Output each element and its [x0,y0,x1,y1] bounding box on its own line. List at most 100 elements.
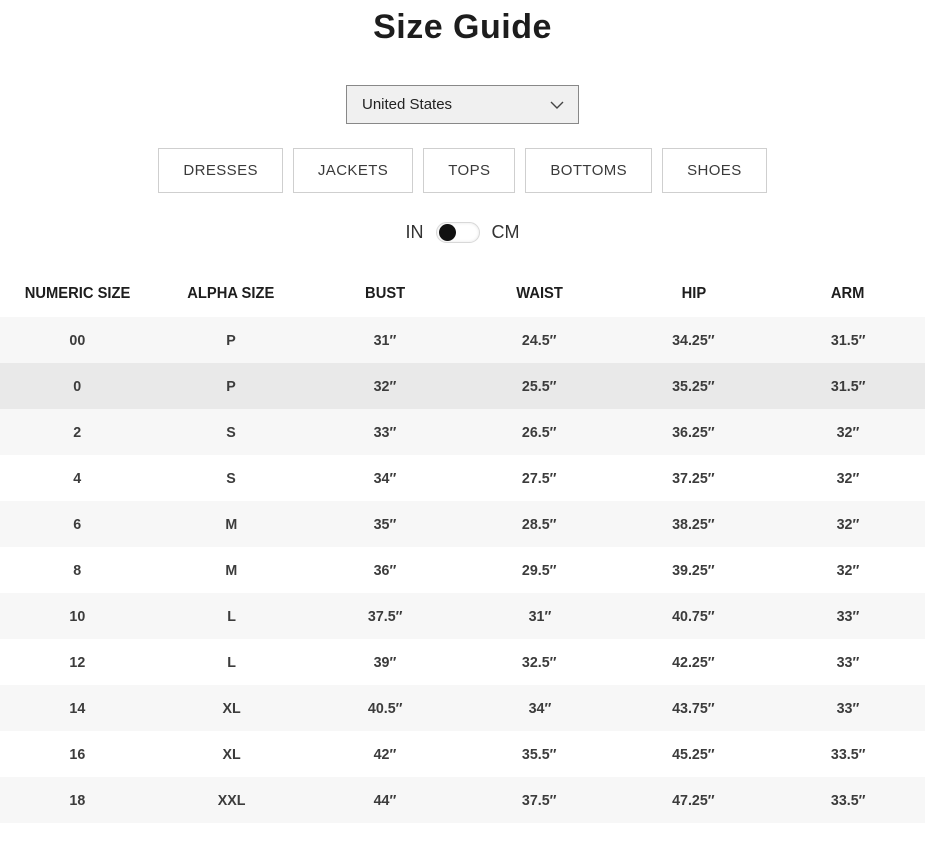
table-cell: 43.75″ [617,700,771,717]
table-cell: 28.5″ [463,516,617,533]
table-cell: 6 [0,516,154,533]
table-cell: 45.25″ [617,746,771,763]
size-guide-page: Size Guide United States DRESSES JACKETS… [0,0,925,823]
table-cell: 40.5″ [308,700,462,717]
table-cell: 14 [0,700,154,717]
table-cell: 33″ [771,608,925,625]
table-cell: M [154,516,308,533]
table-row: 16XL42″35.5″45.25″33.5″ [0,731,925,777]
table-cell: 42″ [308,746,462,763]
table-cell: 44″ [308,792,462,809]
table-row: 8M36″29.5″39.25″32″ [0,547,925,593]
table-cell: 34″ [308,470,462,487]
table-cell: 33″ [771,654,925,671]
table-cell: 39″ [308,654,462,671]
table-cell: 31.5″ [771,378,925,395]
table-cell: S [154,424,308,441]
column-header-bust: BUST [308,285,462,303]
table-cell: M [154,562,308,579]
table-cell: 32″ [308,378,462,395]
country-select[interactable]: United States [346,85,579,124]
table-row: 4S34″27.5″37.25″32″ [0,455,925,501]
unit-toggle-knob [439,224,456,241]
unit-label-in[interactable]: IN [406,222,424,243]
table-cell: 32.5″ [463,654,617,671]
size-table: NUMERIC SIZE ALPHA SIZE BUST WAIST HIP A… [0,285,925,823]
table-cell: 10 [0,608,154,625]
table-row: 14XL40.5″34″43.75″33″ [0,685,925,731]
table-cell: 4 [0,470,154,487]
table-cell: 31.5″ [771,332,925,349]
table-cell: 34″ [463,700,617,717]
chevron-down-icon [550,101,564,109]
table-cell: 29.5″ [463,562,617,579]
page-title: Size Guide [0,0,925,47]
table-cell: L [154,654,308,671]
table-row: 10L37.5″31″40.75″33″ [0,593,925,639]
table-cell: 32″ [771,562,925,579]
table-cell: 33.5″ [771,792,925,809]
table-cell: 36″ [308,562,462,579]
table-cell: 39.25″ [617,562,771,579]
unit-toggle-row: IN CM [0,220,925,245]
table-cell: 27.5″ [463,470,617,487]
column-header-waist: WAIST [463,285,617,303]
table-row: 00P31″24.5″34.25″31.5″ [0,317,925,363]
unit-label-cm[interactable]: CM [492,222,520,243]
column-header-hip: HIP [617,285,771,303]
table-cell: 35″ [308,516,462,533]
table-cell: 8 [0,562,154,579]
tab-bottoms[interactable]: BOTTOMS [525,148,652,193]
tab-tops[interactable]: TOPS [423,148,515,193]
size-table-body: 00P31″24.5″34.25″31.5″0P32″25.5″35.25″31… [0,317,925,823]
tab-dresses[interactable]: DRESSES [158,148,283,193]
table-cell: 12 [0,654,154,671]
table-cell: 00 [0,332,154,349]
table-cell: P [154,332,308,349]
table-cell: XL [154,746,308,763]
table-row: 18XXL44″37.5″47.25″33.5″ [0,777,925,823]
table-cell: L [154,608,308,625]
tab-shoes[interactable]: SHOES [662,148,767,193]
table-cell: 31″ [308,332,462,349]
table-cell: P [154,378,308,395]
table-cell: 36.25″ [617,424,771,441]
table-cell: 24.5″ [463,332,617,349]
table-row: 0P32″25.5″35.25″31.5″ [0,363,925,409]
category-tabs: DRESSES JACKETS TOPS BOTTOMS SHOES [0,148,925,193]
column-header-arm: ARM [771,285,925,303]
table-cell: 38.25″ [617,516,771,533]
country-select-value: United States [362,96,452,113]
column-header-numeric-size: NUMERIC SIZE [0,285,154,303]
table-cell: S [154,470,308,487]
table-cell: 16 [0,746,154,763]
table-row: 12L39″32.5″42.25″33″ [0,639,925,685]
table-cell: 42.25″ [617,654,771,671]
country-select-row: United States [0,85,925,124]
table-row: 6M35″28.5″38.25″32″ [0,501,925,547]
table-cell: 37.5″ [308,608,462,625]
column-header-alpha-size: ALPHA SIZE [154,285,308,303]
table-cell: 0 [0,378,154,395]
table-cell: 2 [0,424,154,441]
table-cell: XL [154,700,308,717]
table-cell: 32″ [771,424,925,441]
table-cell: 31″ [463,608,617,625]
table-cell: 33″ [771,700,925,717]
table-row: 2S33″26.5″36.25″32″ [0,409,925,455]
table-cell: 33.5″ [771,746,925,763]
table-cell: 25.5″ [463,378,617,395]
table-cell: 33″ [308,424,462,441]
table-cell: 34.25″ [617,332,771,349]
table-cell: 37.5″ [463,792,617,809]
size-table-header: NUMERIC SIZE ALPHA SIZE BUST WAIST HIP A… [0,285,925,317]
table-cell: 37.25″ [617,470,771,487]
tab-jackets[interactable]: JACKETS [293,148,413,193]
table-cell: XXL [154,792,308,809]
unit-toggle[interactable] [436,222,480,243]
table-cell: 18 [0,792,154,809]
table-cell: 35.25″ [617,378,771,395]
table-cell: 35.5″ [463,746,617,763]
table-cell: 32″ [771,516,925,533]
table-cell: 26.5″ [463,424,617,441]
